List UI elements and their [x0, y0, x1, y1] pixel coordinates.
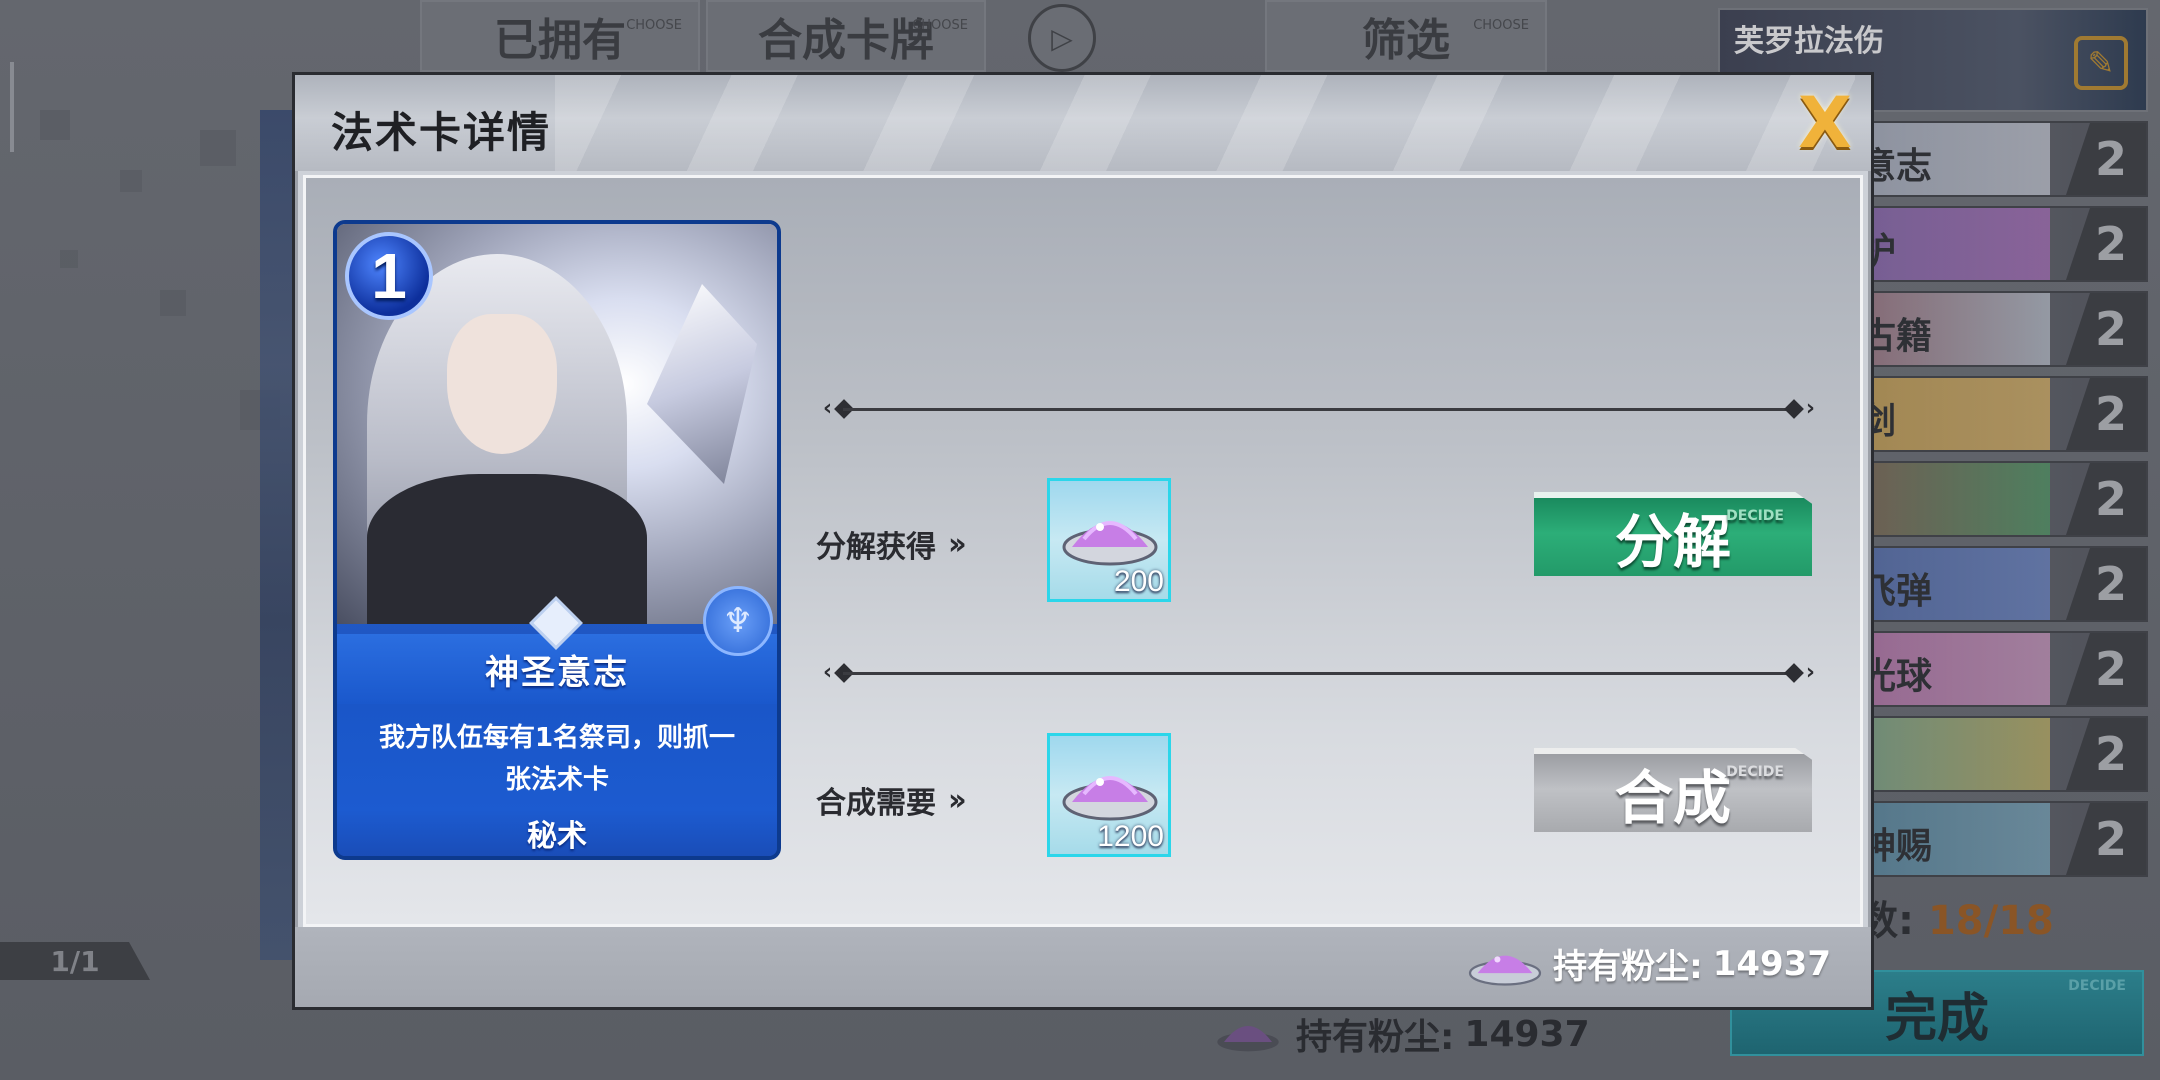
- tab-craft-label: 合成卡牌: [758, 15, 934, 66]
- craft-dust-tile: 1200: [1047, 733, 1171, 857]
- choose-tag: CHOOSE: [1473, 18, 1529, 33]
- disenchant-button[interactable]: 分解 DECIDE: [1534, 492, 1812, 576]
- disenchant-dust-tile: 200: [1047, 478, 1171, 602]
- decide-tag: DECIDE: [1726, 764, 1784, 780]
- card-type: 秘术: [337, 810, 777, 856]
- deck-card-count: 2: [2066, 463, 2146, 535]
- spell-card: 1 神圣意志 ♆ 我方队伍每有1名祭司，则抓一张法术卡 秘术: [333, 220, 781, 860]
- deck-card-count: 2: [2066, 718, 2146, 790]
- dust-icon: [1062, 776, 1158, 821]
- background-pattern: [0, 90, 300, 610]
- disenchant-button-label: 分解: [1614, 508, 1731, 576]
- card-description-box: 我方队伍每有1名祭司，则抓一张法术卡: [337, 704, 777, 814]
- deck-card-count: 2: [2066, 293, 2146, 365]
- background-dust-value: 14937: [1464, 1013, 1590, 1055]
- background-dust-balance: 持有粉尘: 14937: [1210, 1008, 1590, 1060]
- deck-card-count: 2: [2066, 378, 2146, 450]
- tab-owned[interactable]: 已拥有 CHOOSE: [420, 0, 700, 72]
- filter-label: 筛选: [1362, 15, 1450, 66]
- deck-card-count: 2: [2066, 633, 2146, 705]
- priest-class-icon: ♆: [703, 586, 773, 656]
- scrollbar[interactable]: [10, 62, 14, 152]
- dialog-title: 法术卡详情: [331, 108, 552, 157]
- edit-icon[interactable]: ✎: [2074, 36, 2128, 90]
- deck-title: 芙罗拉法伤: [1734, 24, 1884, 59]
- tab-owned-label: 已拥有: [494, 15, 626, 66]
- deck-card-count: 2: [2066, 208, 2146, 280]
- card-name: 神圣意志: [485, 652, 629, 693]
- play-button[interactable]: ▷: [1028, 4, 1096, 72]
- divider: ‹ ›: [823, 660, 1815, 685]
- card-cost: 1: [345, 232, 433, 320]
- done-label: 完成: [1884, 988, 1989, 1049]
- disenchant-reward-label: 分解获得 ››: [816, 522, 967, 566]
- choose-tag: CHOOSE: [912, 18, 968, 33]
- deck-card-count: 2: [2066, 123, 2146, 195]
- choose-tag: CHOOSE: [626, 18, 682, 33]
- card-description: 我方队伍每有1名祭司，则抓一张法术卡: [378, 723, 736, 795]
- disenchant-amount: 200: [1113, 565, 1164, 598]
- filter-button[interactable]: 筛选 CHOOSE: [1265, 0, 1547, 72]
- deck-card-count: 2: [2066, 548, 2146, 620]
- dust-icon: [1062, 521, 1158, 566]
- close-icon: X: [1798, 82, 1852, 164]
- dialog-header: 法术卡详情 X: [295, 75, 1871, 171]
- disenchant-label-text: 分解获得: [816, 530, 936, 565]
- decide-tag: DECIDE: [1726, 508, 1784, 524]
- dust-balance: 持有粉尘: 14937: [1467, 939, 1831, 988]
- play-icon: ▷: [1051, 21, 1073, 55]
- deck-count-value: 18/18: [1927, 898, 2054, 944]
- double-chevron-right-icon: ››: [948, 782, 967, 818]
- dust-icon: [1468, 955, 1542, 986]
- close-button[interactable]: X: [1793, 82, 1857, 164]
- page-indicator: 1/1: [0, 942, 150, 980]
- deck-count: 数: 18/18: [1858, 888, 2054, 946]
- dust-balance-label: 持有粉尘:: [1553, 947, 1703, 987]
- decide-tag: DECIDE: [2068, 978, 2126, 994]
- craft-button-label: 合成: [1614, 764, 1731, 832]
- craft-label-text: 合成需要: [816, 786, 936, 821]
- double-chevron-right-icon: ››: [948, 526, 967, 562]
- dust-balance-value: 14937: [1712, 943, 1831, 984]
- craft-cost-label: 合成需要 ››: [816, 778, 967, 822]
- background-dust-label: 持有粉尘:: [1296, 1017, 1455, 1058]
- divider: ‹ ›: [823, 396, 1815, 421]
- craft-button[interactable]: 合成 DECIDE: [1534, 748, 1812, 832]
- dialog-footer: 持有粉尘: 14937: [295, 927, 1871, 1007]
- craft-amount: 1200: [1097, 820, 1164, 853]
- tab-craft[interactable]: 合成卡牌 CHOOSE: [706, 0, 986, 72]
- dust-icon: [1217, 1026, 1279, 1052]
- deck-card-count: 2: [2066, 803, 2146, 875]
